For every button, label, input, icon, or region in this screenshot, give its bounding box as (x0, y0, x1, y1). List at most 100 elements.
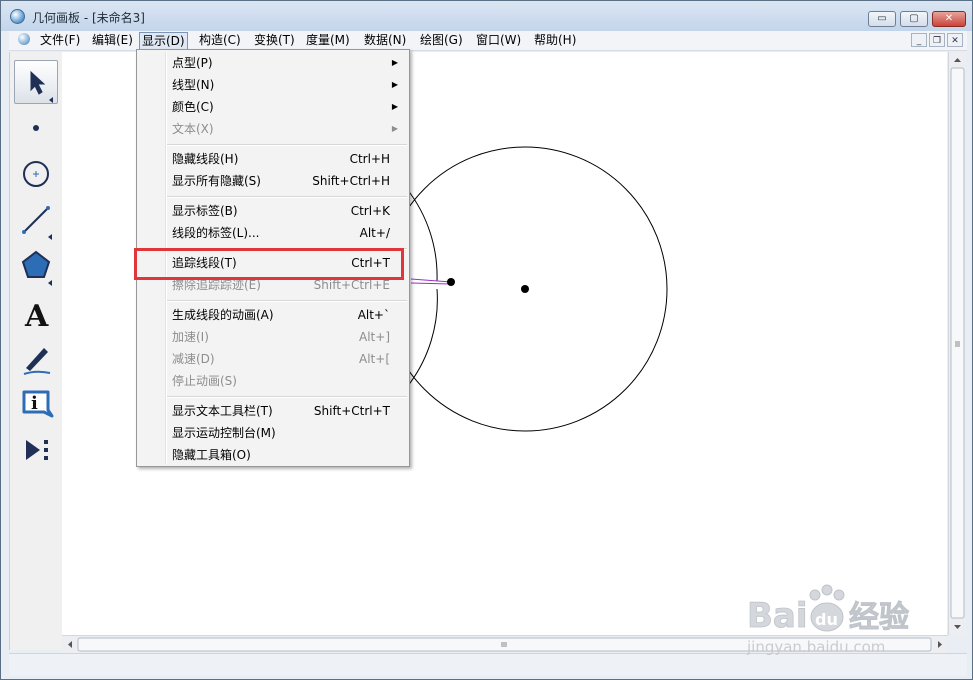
menu-separator (167, 196, 407, 198)
menu-item-label: 颜色(C) (172, 100, 214, 114)
submenu-arrow-icon: ▶ (391, 102, 398, 111)
marker-tool[interactable] (14, 336, 58, 380)
svg-text:i: i (31, 393, 38, 414)
menu-item-stop-animation: 停止动画(S) (139, 370, 407, 392)
information-tool[interactable]: i (14, 382, 58, 426)
traced-segment-shadow (410, 282, 452, 285)
compass-tool[interactable] (14, 152, 58, 196)
arrow-select-tool[interactable] (14, 60, 58, 104)
menu-graph[interactable]: 绘图(G) (418, 31, 465, 49)
svg-text:A: A (24, 299, 49, 334)
menu-item-hide-toolbox[interactable]: 隐藏工具箱(O) (139, 444, 407, 466)
maximize-button[interactable]: ▢ (900, 11, 928, 27)
menu-item-label: 点型(P) (172, 56, 213, 70)
baidu-jingyan-watermark: Bai du 经验 jingyan.baidu.com (745, 575, 945, 660)
polygon-icon (21, 250, 52, 286)
text-a-icon: A (24, 299, 49, 334)
menu-item-shortcut: Shift+Ctrl+T (313, 404, 390, 418)
menu-separator (167, 144, 407, 146)
svg-text:经验: 经验 (849, 600, 909, 635)
menu-separator (167, 396, 407, 398)
menu-edit[interactable]: 编辑(E) (90, 31, 135, 49)
menu-help[interactable]: 帮助(H) (532, 31, 578, 49)
menu-item-speed-up: 加速(I) Alt+] (139, 326, 407, 348)
svg-text:jingyan.baidu.com: jingyan.baidu.com (746, 638, 885, 656)
menu-item-shortcut: Ctrl+K (350, 204, 390, 218)
menu-item-label: 生成线段的动画(A) (172, 308, 274, 322)
menu-item-shortcut: Shift+Ctrl+H (312, 174, 390, 188)
menu-separator (167, 300, 407, 302)
menu-construct[interactable]: 构造(C) (197, 31, 243, 49)
menu-item-color[interactable]: 颜色(C) ▶ (139, 96, 407, 118)
scrollbar-arrows (950, 58, 965, 629)
custom-tool-play-icon (26, 440, 48, 460)
menu-item-show-text-toolbar[interactable]: 显示文本工具栏(T) Shift+Ctrl+T (139, 400, 407, 422)
menu-item-label: 显示运动控制台(M) (172, 426, 276, 440)
text-tool[interactable]: A (14, 290, 58, 334)
menu-file[interactable]: 文件(F) (38, 31, 82, 49)
close-button[interactable]: ✕ (932, 11, 966, 27)
mdi-restore-button[interactable]: ❐ (929, 33, 945, 47)
menu-window[interactable]: 窗口(W) (474, 31, 523, 49)
window-title: 几何画板 - [未命名3] (32, 11, 145, 25)
menu-item-show-motion-controller[interactable]: 显示运动控制台(M) (139, 422, 407, 444)
scroll-left-icon[interactable] (68, 641, 72, 648)
geometer-app-icon (10, 9, 25, 24)
menu-item-shortcut: Alt+[ (359, 352, 390, 366)
menu-item-label: 线段的标签(L)... (172, 226, 260, 240)
vertical-thumb[interactable] (950, 67, 965, 619)
menu-measure[interactable]: 度量(M) (304, 31, 352, 49)
submenu-arrow-icon: ▶ (391, 124, 398, 133)
scroll-up-icon[interactable] (954, 58, 961, 62)
menu-item-label: 停止动画(S) (172, 374, 237, 388)
straightedge-tool[interactable] (14, 198, 58, 242)
svg-text:Bai: Bai (747, 596, 808, 636)
minimize-button[interactable]: ▭ (868, 11, 896, 27)
menu-item-show-label[interactable]: 显示标签(B) Ctrl+K (139, 200, 407, 222)
mdi-close-button[interactable]: ✕ (947, 33, 963, 47)
vertical-scrollbar[interactable] (948, 52, 966, 635)
segment-endpoint[interactable] (447, 278, 455, 286)
mdi-minimize-button[interactable]: _ (911, 33, 927, 47)
custom-tool[interactable] (14, 428, 58, 472)
menu-item-label: 隐藏线段(H) (172, 152, 239, 166)
menu-display[interactable]: 显示(D) (139, 32, 188, 50)
menu-item-label: 减速(D) (172, 352, 215, 366)
scroll-down-icon[interactable] (954, 625, 961, 629)
menu-data[interactable]: 数据(N) (362, 31, 408, 49)
small-arc-lower[interactable] (406, 288, 438, 388)
menu-item-label: 显示标签(B) (172, 204, 238, 218)
menu-item-show-all-hidden[interactable]: 显示所有隐藏(S) Shift+Ctrl+H (139, 170, 407, 192)
menu-item-label: 加速(I) (172, 330, 209, 344)
menu-item-slow-down: 减速(D) Alt+[ (139, 348, 407, 370)
circle-center-point[interactable] (521, 285, 529, 293)
baidu-watermark-logo: Bai du 经验 jingyan.baidu.com (746, 584, 909, 656)
menu-transform[interactable]: 变换(T) (252, 31, 297, 49)
title-bar[interactable]: 几何画板 - [未命名3] ▭ ▢ ✕ (1, 1, 972, 31)
svg-text:du: du (815, 610, 838, 629)
menu-item-shortcut: Alt+] (359, 330, 390, 344)
menu-item-shortcut: Alt+` (357, 308, 390, 322)
menu-item-segment-label[interactable]: 线段的标签(L)... Alt+/ (139, 222, 407, 244)
compass-circle-icon (23, 161, 49, 187)
menu-item-label: 文本(X) (172, 122, 214, 136)
document-icon[interactable] (18, 33, 30, 45)
menu-bar: 文件(F) 编辑(E) 显示(D) 构造(C) 变换(T) 度量(M) 数据(N… (9, 31, 967, 51)
menu-item-point-style[interactable]: 点型(P) ▶ (139, 52, 407, 74)
menu-item-label: 显示所有隐藏(S) (172, 174, 261, 188)
toolbox: A i (9, 52, 63, 650)
traced-segment[interactable] (410, 278, 452, 283)
small-arc-upper[interactable] (406, 188, 438, 282)
menu-item-shortcut: Alt+/ (359, 226, 390, 240)
menu-item-animate-segment[interactable]: 生成线段的动画(A) Alt+` (139, 304, 407, 326)
menu-item-shortcut: Ctrl+H (349, 152, 390, 166)
polygon-tool[interactable] (14, 244, 58, 288)
arrow-icon (30, 70, 53, 103)
menu-item-label: 线型(N) (172, 78, 215, 92)
menu-item-hide-segment[interactable]: 隐藏线段(H) Ctrl+H (139, 148, 407, 170)
menu-item-label: 隐藏工具箱(O) (172, 448, 251, 462)
menu-item-line-style[interactable]: 线型(N) ▶ (139, 74, 407, 96)
menu-item-label: 显示文本工具栏(T) (172, 404, 273, 418)
red-highlight-box (134, 248, 404, 280)
point-tool[interactable] (14, 106, 58, 150)
